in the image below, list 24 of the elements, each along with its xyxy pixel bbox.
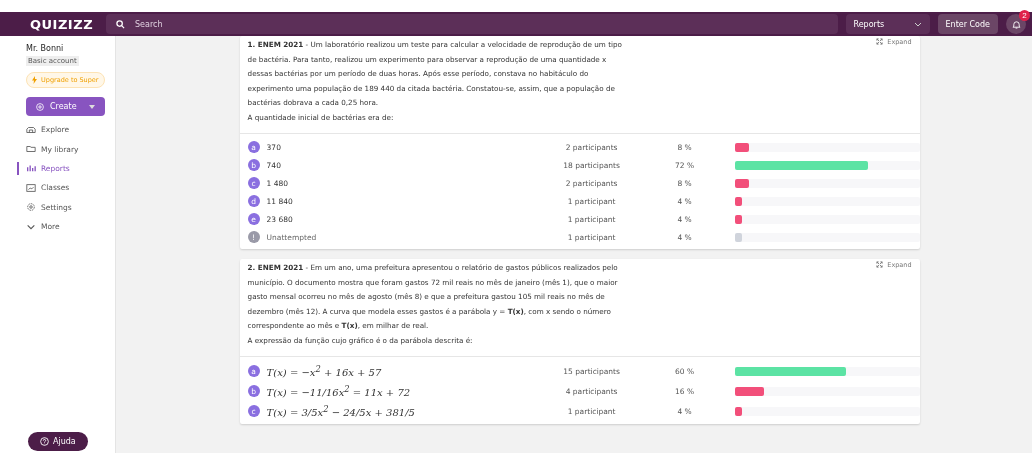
picture-frame-icon	[26, 182, 36, 193]
answer-text: T(x) = −x$^{2}$ + 16x + 57	[266, 363, 383, 379]
lightning-icon	[32, 76, 38, 84]
bar-chart-icon	[26, 163, 36, 174]
caret-icon	[88, 104, 95, 109]
expand-icon	[876, 38, 884, 45]
create-button[interactable]: Create	[26, 97, 105, 116]
answer-text: T(x) = 3/5x$^{2}$ − 24/5x + 381/5	[266, 403, 416, 419]
folder-icon	[26, 144, 36, 155]
help-button[interactable]: Ajuda	[28, 432, 88, 451]
bell-icon	[1011, 19, 1021, 29]
enter-code-button[interactable]: Enter Code	[937, 14, 998, 34]
view-dropdown[interactable]: Reports	[845, 14, 930, 34]
question-circle-icon	[40, 437, 49, 446]
chevron-icon	[913, 21, 922, 27]
user-name: Mr. Bonni	[26, 44, 65, 53]
notification-badge: 2	[1019, 10, 1030, 21]
plus-circle-icon	[36, 102, 44, 111]
gear-icon	[26, 202, 36, 213]
logo: QUIZIZZ	[30, 16, 95, 32]
search-field[interactable]: Search	[106, 14, 838, 34]
expand-icon	[876, 261, 884, 268]
answer-text: T(x) = −11/16x$^{2}$ = 11x + 72	[266, 383, 412, 399]
search-icon	[116, 19, 125, 29]
